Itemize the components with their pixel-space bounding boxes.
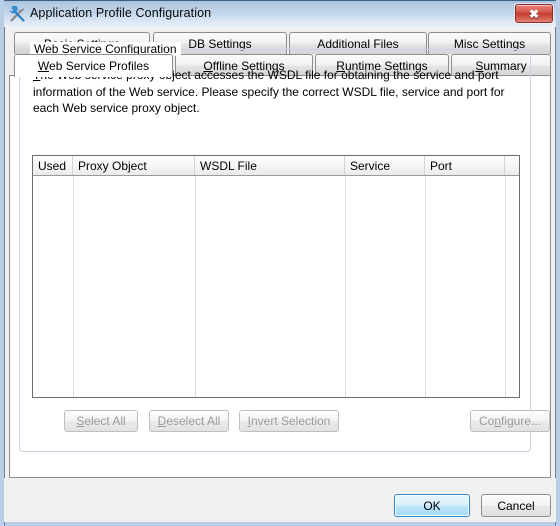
grid-header-label: WSDL File [200,158,257,173]
ok-button[interactable]: OK [394,494,470,517]
button-label-post: figure... [501,414,542,428]
grid-column-divider [195,176,196,397]
grid-header-port[interactable]: Port [425,156,505,175]
deselect-all-button[interactable]: Deselect All [149,410,229,432]
grid-header-label: Used [38,158,67,173]
tab-web-service-profiles[interactable]: Web Service Profiles [14,54,173,77]
grid-column-divider [73,176,74,397]
close-button[interactable]: ✖ [515,4,553,23]
button-label-post: elect All [84,414,126,428]
window-frame-right [555,0,556,526]
grid-header-spacer[interactable] [505,156,519,175]
tab-accelerator: W [37,58,50,73]
button-accelerator: D [157,414,167,428]
select-all-button[interactable]: Select All [64,410,138,432]
crossed-tools-icon [9,5,26,23]
grid-column-divider [505,176,506,397]
grid-header-wsdl-file[interactable]: WSDL File [195,156,345,175]
grid-column-divider [425,176,426,397]
web-service-grid[interactable]: Used Proxy Object WSDL File Service Port [32,155,520,398]
button-label-post: nvert Selection [250,414,331,428]
grid-header-service[interactable]: Service [345,156,425,175]
grid-header-label: Port [430,158,453,173]
button-accelerator: S [76,414,85,428]
grid-header-used[interactable]: Used [33,156,73,175]
window-title: Application Profile Configuration [30,6,212,20]
grid-header-row: Used Proxy Object WSDL File Service Port [33,156,519,176]
web-service-configuration-group: Web Service Configuration The Web servic… [19,42,550,452]
cancel-button[interactable]: Cancel [481,494,551,517]
grid-header-label: Proxy Object [78,158,147,173]
invert-selection-button[interactable]: Invert Selection [239,410,339,432]
dialog-footer [4,478,556,522]
tab-label: Web Service Profiles [37,58,150,73]
button-accelerator: n [494,414,501,428]
cancel-button-label: Cancel [497,498,535,513]
button-label-post: eselect All [166,414,221,428]
window-frame-left [4,0,5,526]
grid-body[interactable] [33,176,519,397]
grid-header-proxy-object[interactable]: Proxy Object [73,156,195,175]
button-label-pre: Co [478,414,495,428]
ok-button-label: OK [423,498,441,513]
configure-button[interactable]: Co n figure... [470,410,550,432]
grid-header-label: Service [350,158,391,173]
close-icon: ✖ [528,6,540,21]
title-bar: Application Profile Configuration ✖ [4,0,556,27]
grid-column-divider [345,176,346,397]
